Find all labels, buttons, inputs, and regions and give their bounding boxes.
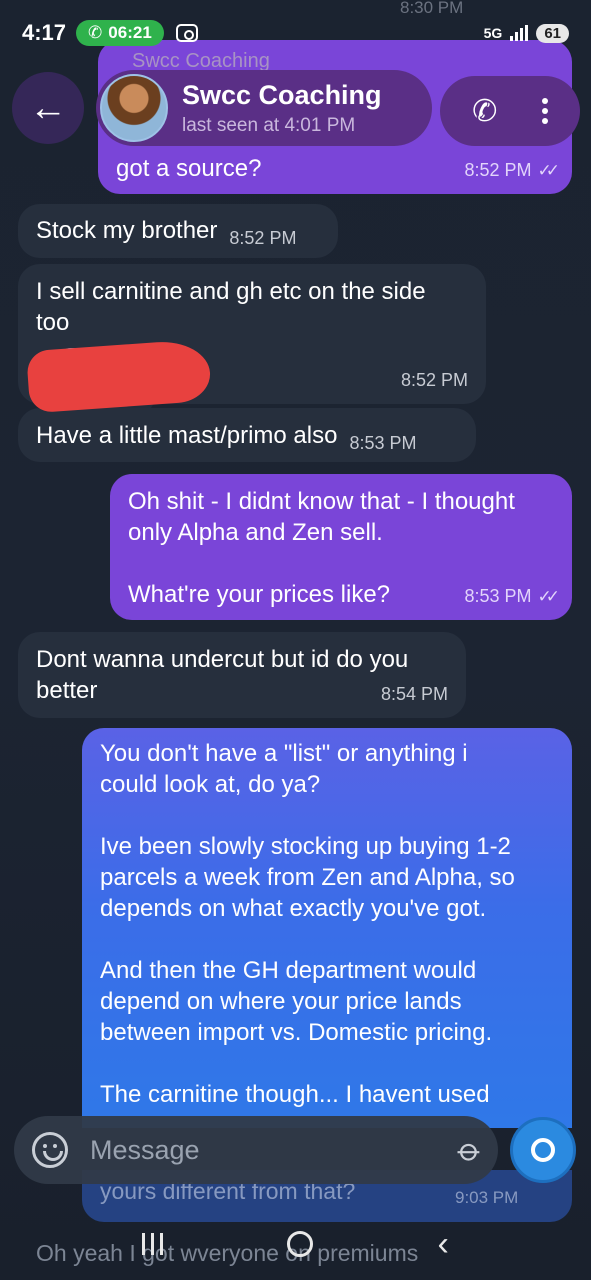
ongoing-call-pill[interactable]: ✆ 06:21 bbox=[76, 20, 164, 46]
more-vertical-icon[interactable] bbox=[541, 98, 548, 124]
emoji-icon[interactable] bbox=[32, 1132, 68, 1168]
message-time: 8:52 PM bbox=[229, 228, 297, 248]
message-bubble-incoming[interactable]: Have a little mast/primo also 8:53 PM bbox=[18, 408, 476, 462]
message-bubble-incoming[interactable]: Dont wanna undercut but id do you better… bbox=[18, 632, 466, 718]
phone-icon[interactable]: ✆ bbox=[472, 94, 497, 129]
system-nav-bar: ‹ bbox=[0, 1208, 591, 1280]
status-indicators: 5G 61 bbox=[483, 23, 569, 43]
message-bubble-incoming[interactable]: Stock my brother 8:52 PM bbox=[18, 204, 338, 258]
phone-small-icon: ✆ bbox=[88, 23, 103, 42]
redaction-mark bbox=[26, 338, 212, 414]
screen-record-icon bbox=[175, 24, 198, 42]
last-seen-status: last seen at 4:01 PM bbox=[182, 114, 356, 136]
read-receipt-icon: ✓✓ bbox=[537, 587, 560, 606]
message-input[interactable] bbox=[90, 1134, 461, 1166]
network-type: 5G bbox=[483, 25, 503, 41]
avatar[interactable] bbox=[100, 74, 168, 142]
message-list[interactable]: got a source? 8:52 PM ✓✓ Stock my brothe… bbox=[0, 0, 591, 1280]
message-meta: 8:52 PM ✓✓ bbox=[464, 155, 560, 186]
contact-name: Swcc Coaching bbox=[182, 79, 382, 110]
message-text: Have a little mast/primo also bbox=[36, 422, 338, 449]
signal-icon bbox=[510, 25, 529, 41]
message-text: Stock my brother bbox=[36, 217, 218, 244]
camera-icon bbox=[531, 1138, 555, 1162]
back-button[interactable]: ← bbox=[12, 72, 84, 144]
battery-level: 61 bbox=[544, 24, 561, 42]
message-time: 8:52 PM bbox=[464, 160, 532, 180]
message-time: 8:54 PM bbox=[380, 684, 448, 704]
home-button[interactable] bbox=[287, 1231, 314, 1257]
message-time: 8:52 PM bbox=[400, 370, 468, 390]
message-meta: 8:54 PM bbox=[381, 679, 448, 710]
message-text: I sell carnitine and gh etc on the side … bbox=[36, 278, 426, 336]
arrow-left-icon: ← bbox=[29, 86, 67, 129]
header-actions: ✆ bbox=[440, 76, 580, 146]
contact-title-pill[interactable]: Swcc Coaching last seen at 4:01 PM bbox=[96, 70, 432, 146]
message-bubble-outgoing[interactable]: You don't have a "list" or anything i co… bbox=[82, 728, 572, 1128]
message-time: 8:53 PM bbox=[464, 586, 532, 606]
status-time: 4:17 bbox=[22, 20, 67, 45]
message-meta: 8:52 PM bbox=[401, 365, 468, 396]
recent-apps-button[interactable] bbox=[142, 1233, 164, 1255]
chat-header: ← Swcc Coaching last seen at 4:01 PM ✆ bbox=[0, 70, 591, 146]
nav-back-button[interactable]: ‹ bbox=[438, 1225, 449, 1264]
message-bubble-outgoing[interactable]: Oh shit - I didnt know that - I thought … bbox=[110, 474, 572, 620]
message-text: You don't have a "list" or anything i co… bbox=[100, 740, 515, 1108]
message-text: got a source? bbox=[116, 155, 262, 182]
battery-icon: 61 bbox=[536, 23, 569, 43]
call-timer: 06:21 bbox=[108, 23, 152, 42]
message-composer: ⌀ bbox=[14, 1116, 498, 1184]
camera-button[interactable] bbox=[510, 1117, 576, 1183]
contact-info: Swcc Coaching last seen at 4:01 PM bbox=[182, 80, 382, 137]
read-receipt-icon: ✓✓ bbox=[537, 161, 560, 180]
status-bar: 4:17 ✆ 06:21 5G 61 bbox=[0, 0, 591, 66]
message-meta: 8:53 PM ✓✓ bbox=[464, 581, 560, 612]
message-time: 8:53 PM bbox=[349, 433, 417, 453]
